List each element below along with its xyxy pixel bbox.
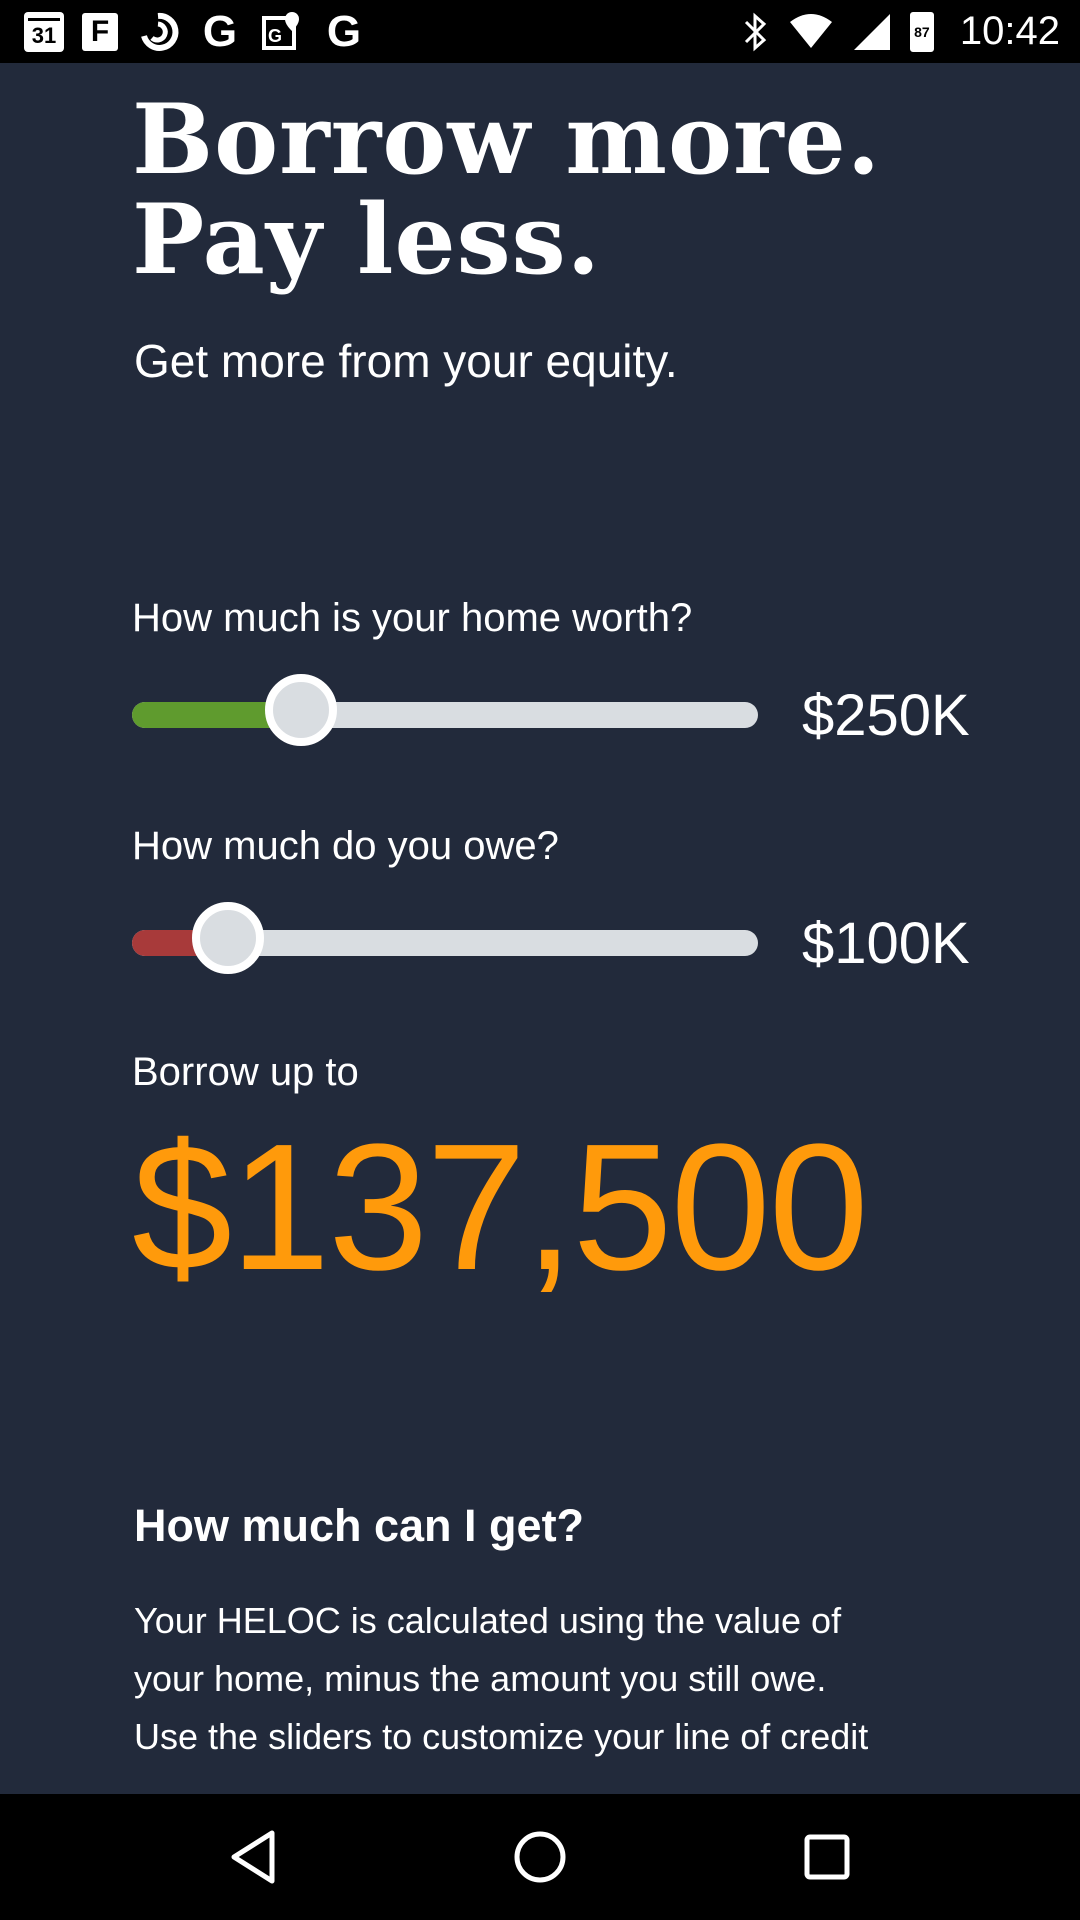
info-body: Your HELOC is calculated using the value… (134, 1600, 869, 1782)
system-icons: 87 10:42 (740, 9, 1060, 54)
google-maps-icon: G (260, 10, 304, 54)
home-worth-value: $250K (802, 683, 970, 748)
owe-slider[interactable] (132, 902, 758, 974)
home-worth-slider-row: $250K (132, 672, 1032, 756)
home-worth-slider[interactable] (132, 674, 758, 746)
hero-title: Borrow more. Pay less. (132, 83, 882, 296)
flipboard-icon: F (82, 12, 118, 51)
info-heading: How much can I get? (134, 1500, 585, 1551)
home-worth-thumb[interactable] (265, 674, 338, 746)
battery-icon: 87 (909, 11, 934, 52)
back-icon[interactable] (213, 1817, 293, 1897)
notification-icons: 31 F G G G (24, 6, 366, 56)
clock: 10:42 (959, 9, 1060, 53)
status-bar: 31 F G G G 87 10:42 (0, 0, 1080, 63)
google-icon: G (202, 6, 238, 56)
svg-text:G: G (268, 26, 282, 46)
owe-slider-row: $100K (132, 900, 1032, 984)
calendar-icon: 31 (24, 11, 64, 52)
borrow-label: Borrow up to (132, 1050, 359, 1094)
owe-value: $100K (802, 911, 970, 976)
navigation-bar (0, 1794, 1080, 1920)
recents-icon[interactable] (787, 1817, 867, 1897)
home-icon[interactable] (500, 1817, 580, 1897)
swirl-icon (136, 10, 180, 54)
google-icon: G (326, 6, 362, 56)
signal-icon (852, 10, 892, 54)
borrow-amount: $137,500 (132, 1107, 869, 1308)
hero-subtitle: Get more from your equity. (134, 335, 678, 387)
home-worth-label: How much is your home worth? (132, 596, 693, 640)
owe-label: How much do you owe? (132, 824, 559, 868)
bluetooth-icon (740, 10, 770, 54)
wifi-icon (788, 10, 834, 54)
owe-thumb[interactable] (191, 902, 264, 974)
